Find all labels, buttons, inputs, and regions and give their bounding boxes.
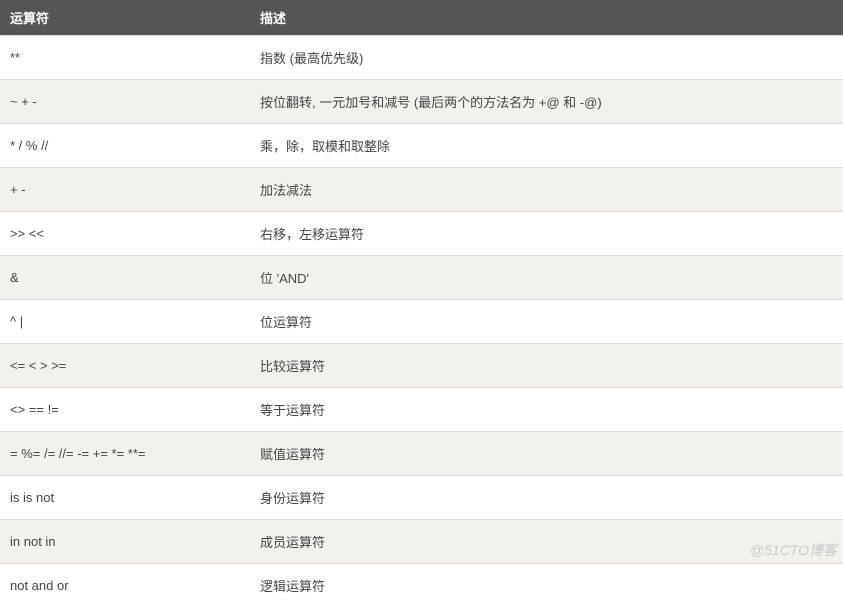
table-row: ** 指数 (最高优先级) [0,36,843,80]
cell-operator: = %= /= //= -= += *= **= [0,432,250,476]
cell-operator: ~ + - [0,80,250,124]
cell-description: 加法减法 [250,168,843,212]
cell-operator: & [0,256,250,300]
cell-description: 按位翻转, 一元加号和减号 (最后两个的方法名为 +@ 和 -@) [250,80,843,124]
cell-operator: is is not [0,476,250,520]
table-row: <> == != 等于运算符 [0,388,843,432]
table-row: ~ + - 按位翻转, 一元加号和减号 (最后两个的方法名为 +@ 和 -@) [0,80,843,124]
table-row: ^ | 位运算符 [0,300,843,344]
table-row: * / % // 乘，除，取模和取整除 [0,124,843,168]
cell-operator: not and or [0,564,250,607]
table-row: <= < > >= 比较运算符 [0,344,843,388]
cell-description: 乘，除，取模和取整除 [250,124,843,168]
header-operator: 运算符 [0,0,250,36]
cell-description: 逻辑运算符 [250,564,843,607]
cell-description: 指数 (最高优先级) [250,36,843,80]
header-description: 描述 [250,0,843,36]
table-row: = %= /= //= -= += *= **= 赋值运算符 [0,432,843,476]
cell-description: 位 'AND' [250,256,843,300]
table-row: in not in 成员运算符 [0,520,843,564]
cell-description: 比较运算符 [250,344,843,388]
cell-operator: in not in [0,520,250,564]
cell-description: 赋值运算符 [250,432,843,476]
cell-description: 右移，左移运算符 [250,212,843,256]
cell-description: 成员运算符 [250,520,843,564]
operator-precedence-table: 运算符 描述 ** 指数 (最高优先级) ~ + - 按位翻转, 一元加号和减号… [0,0,843,607]
table-row: not and or 逻辑运算符 [0,564,843,607]
table-row: is is not 身份运算符 [0,476,843,520]
cell-operator: + - [0,168,250,212]
cell-operator: ** [0,36,250,80]
cell-operator: <> == != [0,388,250,432]
cell-description: 身份运算符 [250,476,843,520]
table-row: + - 加法减法 [0,168,843,212]
cell-operator: <= < > >= [0,344,250,388]
cell-description: 等于运算符 [250,388,843,432]
cell-operator: * / % // [0,124,250,168]
table-header-row: 运算符 描述 [0,0,843,36]
cell-description: 位运算符 [250,300,843,344]
table-body: ** 指数 (最高优先级) ~ + - 按位翻转, 一元加号和减号 (最后两个的… [0,36,843,607]
table-row: >> << 右移，左移运算符 [0,212,843,256]
cell-operator: ^ | [0,300,250,344]
cell-operator: >> << [0,212,250,256]
table-row: & 位 'AND' [0,256,843,300]
